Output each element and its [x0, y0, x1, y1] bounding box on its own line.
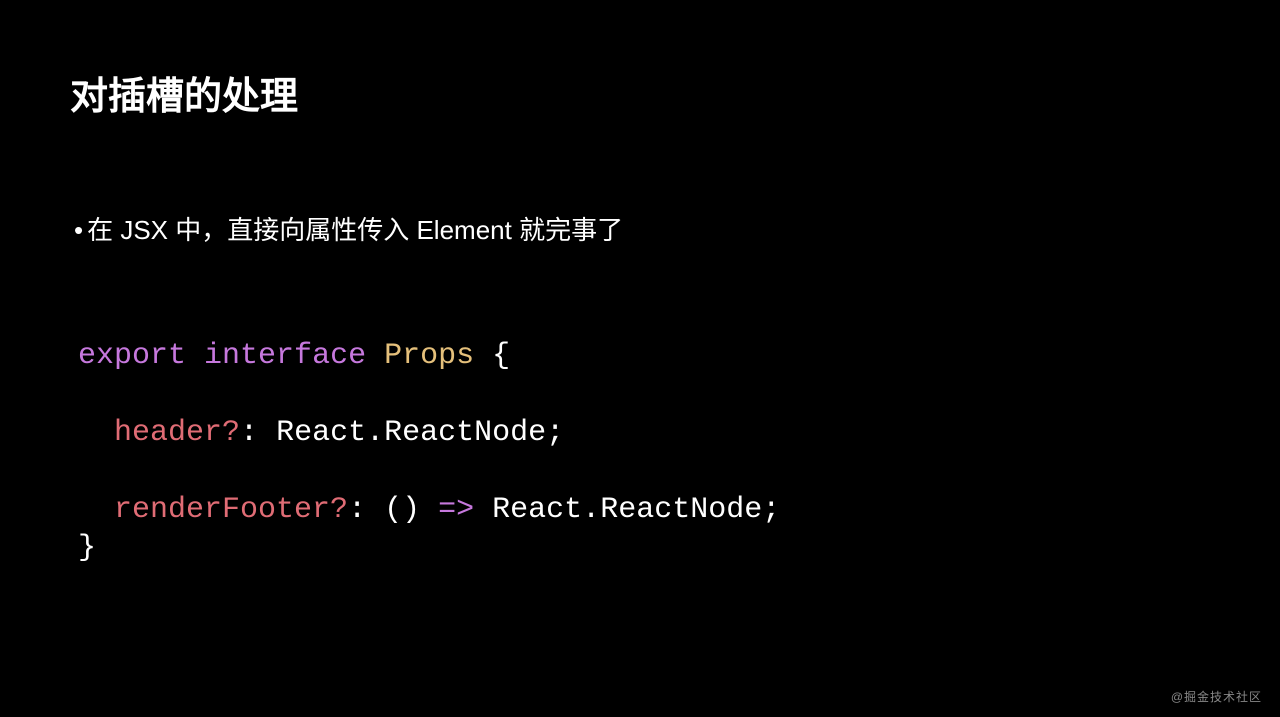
code-keyword-interface: interface: [204, 339, 366, 373]
code-arrow: =>: [438, 493, 474, 527]
code-block: export interface Props { header?: React.…: [70, 337, 1210, 567]
code-rparen: ): [402, 493, 420, 527]
code-brace-open: {: [492, 339, 510, 373]
slide-container: 对插槽的处理 在 JSX 中，直接向属性传入 Element 就完事了 expo…: [0, 0, 1280, 567]
code-semi: ;: [762, 493, 780, 527]
code-indent: [78, 416, 114, 450]
slide-bullet: 在 JSX 中，直接向属性传入 Element 就完事了: [70, 210, 1210, 247]
code-brace-close: }: [78, 531, 96, 565]
slide-title: 对插槽的处理: [70, 65, 1210, 120]
code-semi: ;: [546, 416, 564, 450]
code-keyword-export: export: [78, 339, 186, 373]
code-space: [366, 493, 384, 527]
code-blank-line: [78, 454, 96, 488]
code-type-reactnode: React.ReactNode: [276, 416, 546, 450]
watermark: @掘金技术社区: [1171, 688, 1262, 705]
code-type-reactnode: React.ReactNode: [492, 493, 762, 527]
code-prop-renderfooter: renderFooter?: [114, 493, 348, 527]
code-type-props: Props: [384, 339, 474, 373]
code-colon: :: [348, 493, 366, 527]
code-indent: [78, 493, 114, 527]
code-prop-header: header?: [114, 416, 240, 450]
code-lparen: (: [384, 493, 402, 527]
code-colon: :: [240, 416, 258, 450]
code-blank-line: [78, 377, 96, 411]
code-space: [258, 416, 276, 450]
